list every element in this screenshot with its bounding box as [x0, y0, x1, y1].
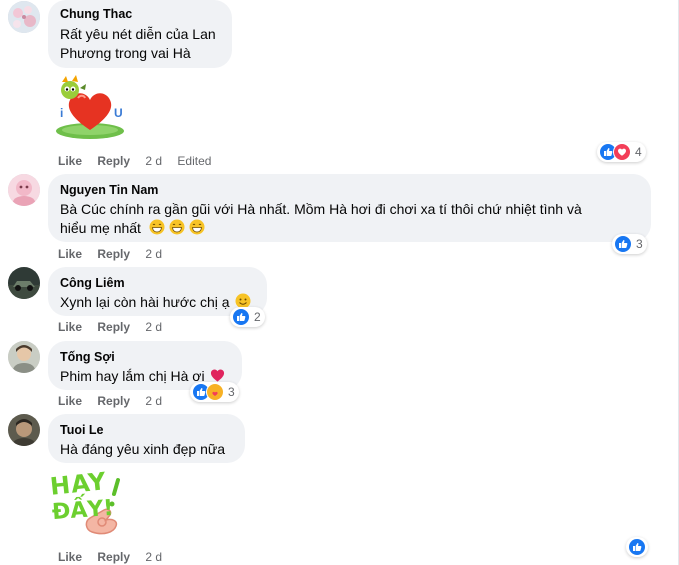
reaction-summary[interactable]: 3	[612, 234, 647, 254]
comment-author[interactable]: Nguyen Tin Nam	[60, 182, 639, 198]
grinning-emoji	[189, 219, 205, 236]
avatar[interactable]	[8, 341, 40, 373]
comment-text: Phim hay lắm chị Hà ơi	[60, 368, 205, 384]
avatar[interactable]	[8, 267, 40, 299]
comment-timestamp[interactable]: 2 d	[145, 394, 162, 408]
reaction-summary[interactable]	[626, 537, 648, 557]
comment-timestamp[interactable]: 2 d	[145, 320, 162, 334]
comment-text-line: Xynh lại còn hài hước chị ạ	[60, 293, 255, 312]
avatar[interactable]	[8, 414, 40, 446]
comment-timestamp[interactable]: 2 d	[145, 247, 162, 261]
sticker-letter: i	[60, 106, 64, 120]
reaction-summary[interactable]: 3	[190, 382, 239, 402]
like-link[interactable]: Like	[58, 394, 82, 408]
love-reaction-icon	[613, 143, 631, 161]
avatar-face-image	[8, 414, 40, 446]
avatar[interactable]	[8, 174, 40, 206]
edited-label: Edited	[177, 154, 212, 168]
comment-bubble: Tuoi Le Hà đáng yêu xinh đẹp nữa	[48, 414, 245, 463]
heart-sticker: i U	[48, 70, 126, 145]
like-reaction-icon	[232, 308, 250, 326]
comment-text-line: Bà Cúc chính ra gần gũi với Hà nhất. Mồm…	[60, 201, 582, 217]
reaction-count: 3	[636, 237, 643, 251]
reply-link[interactable]: Reply	[97, 154, 130, 168]
comment-actions: Like Reply 2 d	[58, 247, 174, 261]
comment-text-line: hiểu mẹ nhất	[60, 219, 639, 238]
reaction-count: 2	[254, 310, 261, 324]
comment-actions: Like Reply 2 d	[58, 320, 174, 334]
sticker-letter: U	[114, 106, 123, 120]
comment-text-line: Rất yêu nét diễn của Lan	[60, 26, 216, 42]
grinning-emoji	[149, 219, 169, 236]
avatar-portrait-image	[8, 341, 40, 373]
comment-bubble: Chung Thac Rất yêu nét diễn của Lan Phươ…	[48, 0, 232, 68]
reaction-summary[interactable]: 2	[230, 307, 265, 327]
like-link[interactable]: Like	[58, 154, 82, 168]
like-link[interactable]: Like	[58, 550, 82, 564]
reply-link[interactable]: Reply	[97, 550, 130, 564]
reply-link[interactable]: Reply	[97, 394, 130, 408]
sticker-word-day: ĐẤY!	[51, 495, 115, 526]
comment-text-line: Hà đáng yêu xinh đẹp nữa	[60, 441, 226, 457]
like-link[interactable]: Like	[58, 320, 82, 334]
comment-text-line: Phương trong vai Hà	[60, 45, 191, 61]
reaction-count: 4	[635, 145, 642, 159]
like-reaction-icon	[628, 538, 646, 556]
care-reaction-icon	[206, 383, 224, 401]
like-reaction-icon	[614, 235, 632, 253]
comment-author[interactable]: Tuoi Le	[60, 422, 233, 438]
comment-author[interactable]: Chung Thac	[60, 6, 220, 22]
avatar[interactable]	[8, 1, 40, 33]
comment-bubble: Nguyen Tin Nam Bà Cúc chính ra gần gũi v…	[48, 174, 651, 242]
avatar-pink-image	[8, 174, 40, 206]
reaction-count: 3	[228, 385, 235, 399]
reply-link[interactable]: Reply	[97, 320, 130, 334]
comment-timestamp[interactable]: 2 d	[145, 154, 162, 168]
comment-actions: Like Reply 2 d	[58, 550, 174, 564]
avatar-car-image	[8, 267, 40, 299]
grinning-emoji	[169, 219, 189, 236]
comment-text-tail: hiểu mẹ nhất	[60, 220, 141, 236]
avatar-flowers-image	[8, 1, 40, 33]
comment-actions: Like Reply 2 d	[58, 394, 174, 408]
reply-link[interactable]: Reply	[97, 247, 130, 261]
comment-author[interactable]: Công Liêm	[60, 275, 255, 291]
hay-day-sticker: HAY ĐẤY!	[48, 464, 128, 544]
comment-actions: Like Reply 2 d Edited	[58, 154, 223, 168]
comment-author[interactable]: Tống Sợi	[60, 349, 230, 365]
like-link[interactable]: Like	[58, 247, 82, 261]
reaction-summary[interactable]: 4	[597, 142, 646, 162]
comment-text: Xynh lại còn hài hước chị ạ	[60, 294, 230, 310]
comment-timestamp[interactable]: 2 d	[145, 550, 162, 564]
